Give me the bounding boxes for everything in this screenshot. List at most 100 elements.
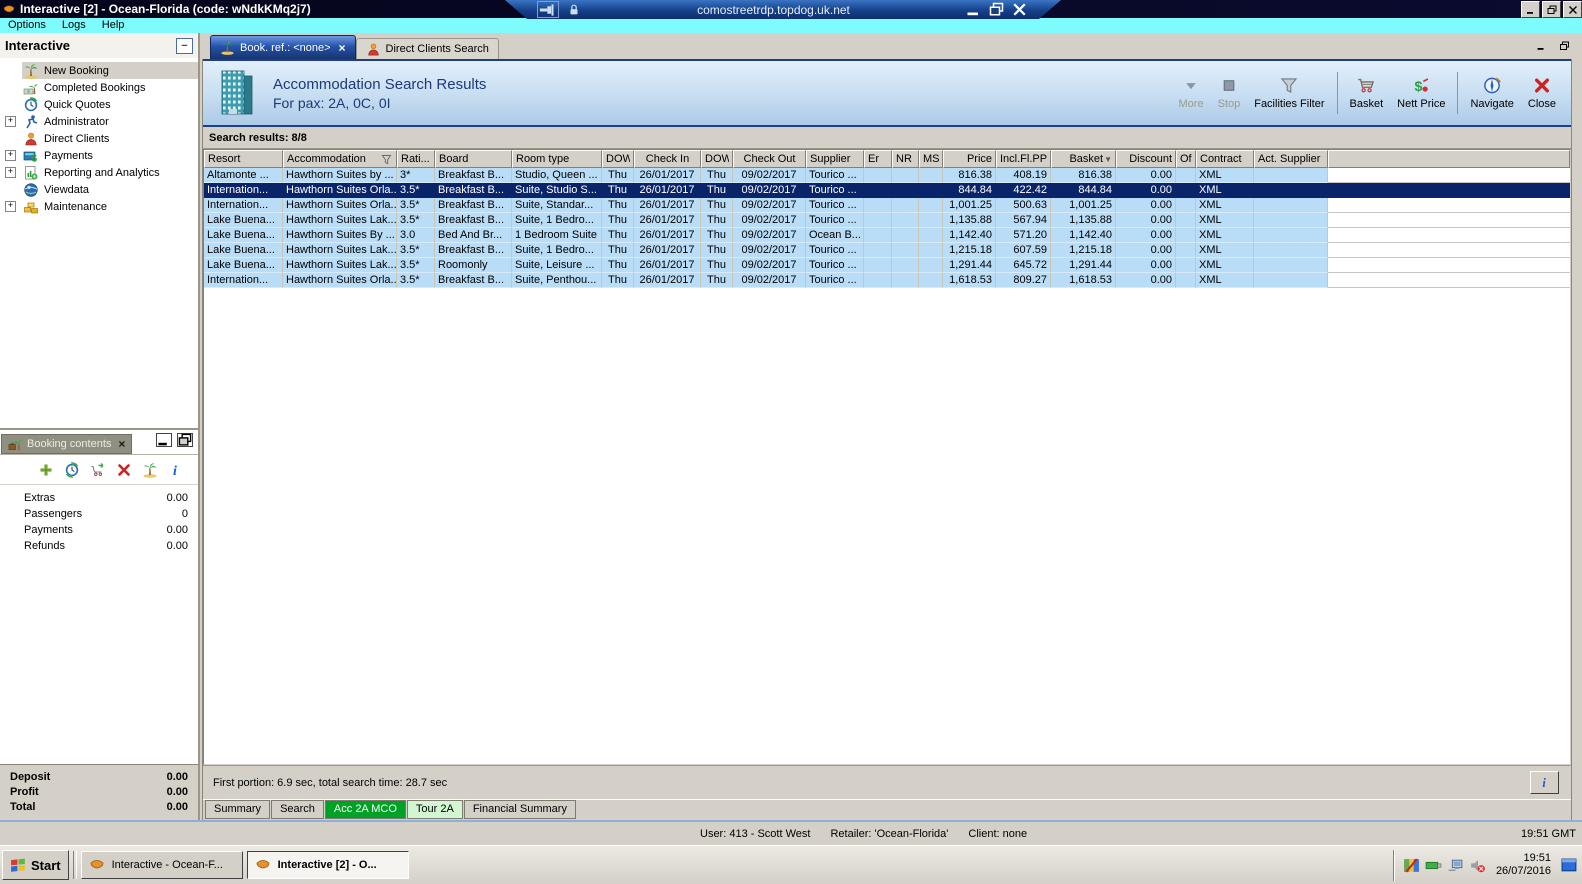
column-header-rati[interactable]: Rati... [397,150,435,168]
tab-direct-clients-search[interactable]: Direct Clients Search [355,38,499,59]
sidebar-item-viewdata[interactable]: Viewdata [0,181,198,198]
expand-icon[interactable]: + [5,116,16,127]
column-header-of[interactable]: Of [1176,150,1196,168]
taskbar-item-2[interactable]: Interactive [2] - O... [246,851,409,879]
window-close-button[interactable] [1563,1,1582,18]
cell: Thu [701,243,733,258]
booking-item-extras[interactable]: Extras 0.00 [0,490,198,506]
taskbar-item-1[interactable]: Interactive - Ocean-F... [80,851,243,879]
rdp-minimize-button[interactable] [966,3,981,16]
sidebar-item-payments[interactable]: + $ Payments [0,147,198,164]
sidebar-item-completed-bookings[interactable]: Completed Bookings [0,79,198,96]
column-header-ms[interactable]: MS [919,150,943,168]
cell: Thu [701,183,733,198]
window-restore-button[interactable] [1542,1,1561,18]
mdi-minimize-button[interactable] [1536,41,1547,54]
column-header-dow[interactable]: DOW [602,150,634,168]
info-button[interactable]: i [168,462,184,478]
result-row-4[interactable]: Lake Buena... Hawthorn Suites Lak... 3.5* B… [204,213,1570,228]
column-header-act-supplier[interactable]: Act. Supplier [1254,150,1328,168]
window-minimize-button[interactable] [1521,1,1540,18]
navigate-button[interactable]: Navigate [1463,74,1520,112]
expand-icon[interactable]: + [5,167,16,178]
expand-icon[interactable]: + [5,150,16,161]
column-header-basket[interactable]: Basket ▼ [1051,150,1116,168]
booking-panel-minimize-button[interactable] [156,433,172,447]
tab-close-icon[interactable]: × [339,41,346,55]
booking-panel-close-icon[interactable]: × [118,437,125,451]
facilities-filter-button[interactable]: Facilities Filter [1247,74,1331,112]
result-row-5[interactable]: Lake Buena... Hawthorn Suites By ... 3.0 Be… [204,228,1570,243]
quote-clock-button[interactable] [64,461,80,478]
mdi-restore-button[interactable] [1559,41,1570,54]
column-header-room-type[interactable]: Room type [512,150,602,168]
sidebar-item-new-booking[interactable]: New Booking [0,62,198,79]
pin-icon[interactable] [537,1,559,18]
column-header-check-in[interactable]: Check In [634,150,701,168]
column-header-price[interactable]: Price [943,150,996,168]
info-button[interactable]: i [1530,771,1559,794]
column-header-accommodation[interactable]: Accommodation [283,150,397,168]
bottom-tab-acc-2a-mco[interactable]: Acc 2A MCO [324,800,406,819]
booking-item-refunds[interactable]: Refunds 0.00 [0,538,198,554]
booking-contents-tab[interactable]: Booking contents × [1,434,133,454]
sidebar-item-administrator[interactable]: + Administrator [0,113,198,130]
column-header-resort[interactable]: Resort [204,150,283,168]
rdp-close-button[interactable] [1012,3,1027,16]
menu-item-logs[interactable]: Logs [54,18,94,33]
column-header-contract[interactable]: Contract [1196,150,1254,168]
column-header-dow[interactable]: DOW [701,150,733,168]
sidebar-item-direct-clients[interactable]: Direct Clients [0,130,198,147]
palm-tree-button[interactable] [142,462,158,478]
column-header-er[interactable]: Er [864,150,892,168]
sidebar-item-reporting-and-analytics[interactable]: + Reporting and Analytics [0,164,198,181]
result-row-8[interactable]: Internation... Hawthorn Suites Orla... 3.5… [204,273,1570,288]
blue-window-icon[interactable] [1561,857,1578,874]
bottom-tab-financial-summary[interactable]: Financial Summary [463,800,576,819]
menu-item-help[interactable]: Help [94,18,133,33]
cell: 1,618.53 [943,273,996,288]
bottom-tab-search[interactable]: Search [271,800,324,819]
tab-book-ref-none[interactable]: Book. ref.: <none> × [210,35,356,59]
cell: 09/02/2017 [733,228,806,243]
result-row-2[interactable]: Internation... Hawthorn Suites Orla... 3.5… [204,183,1570,198]
antivirus-icon[interactable] [1403,857,1420,874]
sidebar-item-maintenance[interactable]: + Maintenance [0,198,198,215]
computer-icon[interactable] [1447,857,1464,874]
speaker-muted-icon[interactable] [1469,857,1486,874]
tab-label: Book. ref.: <none> [240,41,331,54]
results-toolbar: More Stop Facilities Filter Basket $ Nett Pri… [1172,72,1571,114]
rdp-restore-button[interactable] [989,3,1004,16]
expand-icon[interactable]: + [5,201,16,212]
add-button[interactable] [38,462,54,478]
delete-button[interactable] [116,462,132,478]
column-label: MS [923,153,939,165]
column-header-nr[interactable]: NR [892,150,919,168]
column-header-discount[interactable]: Discount [1116,150,1176,168]
results-count-bar: Search results: 8/8 [203,127,1571,149]
start-button[interactable]: Start [2,850,69,880]
sidebar-item-quick-quotes[interactable]: Quick Quotes [0,96,198,113]
column-header-board[interactable]: Board [435,150,512,168]
booking-panel-restore-button[interactable] [177,433,193,447]
result-row-7[interactable]: Lake Buena... Hawthorn Suites Lak... 3.5* R… [204,258,1570,273]
nett-price-button[interactable]: $ Nett Price [1390,74,1452,112]
collapse-panel-button[interactable]: − [176,37,193,54]
bottom-tab-tour-2a[interactable]: Tour 2A [406,800,463,819]
column-header-supplier[interactable]: Supplier [806,150,864,168]
result-row-1[interactable]: Altamonte ... Hawthorn Suites by ... 3* Bre… [204,168,1570,183]
booking-item-passengers[interactable]: Passengers 0 [0,506,198,522]
bottom-tab-summary[interactable]: Summary [205,800,271,819]
menu-item-options[interactable]: Options [0,18,54,33]
network-icon[interactable] [1425,857,1442,874]
close-button[interactable]: Close [1521,74,1563,112]
cart-arrow-button[interactable] [90,462,106,478]
result-row-6[interactable]: Lake Buena... Hawthorn Suites Lak... 3.5* B… [204,243,1570,258]
column-header-check-out[interactable]: Check Out [733,150,806,168]
basket-button[interactable]: Basket [1343,74,1391,112]
result-row-3[interactable]: Internation... Hawthorn Suites Orla... 3.5… [204,198,1570,213]
cell: 26/01/2017 [634,243,701,258]
booking-item-payments[interactable]: Payments 0.00 [0,522,198,538]
column-header-incl-fl-pp[interactable]: Incl.Fl.PP [996,150,1051,168]
cell: 0.00 [1116,258,1176,273]
